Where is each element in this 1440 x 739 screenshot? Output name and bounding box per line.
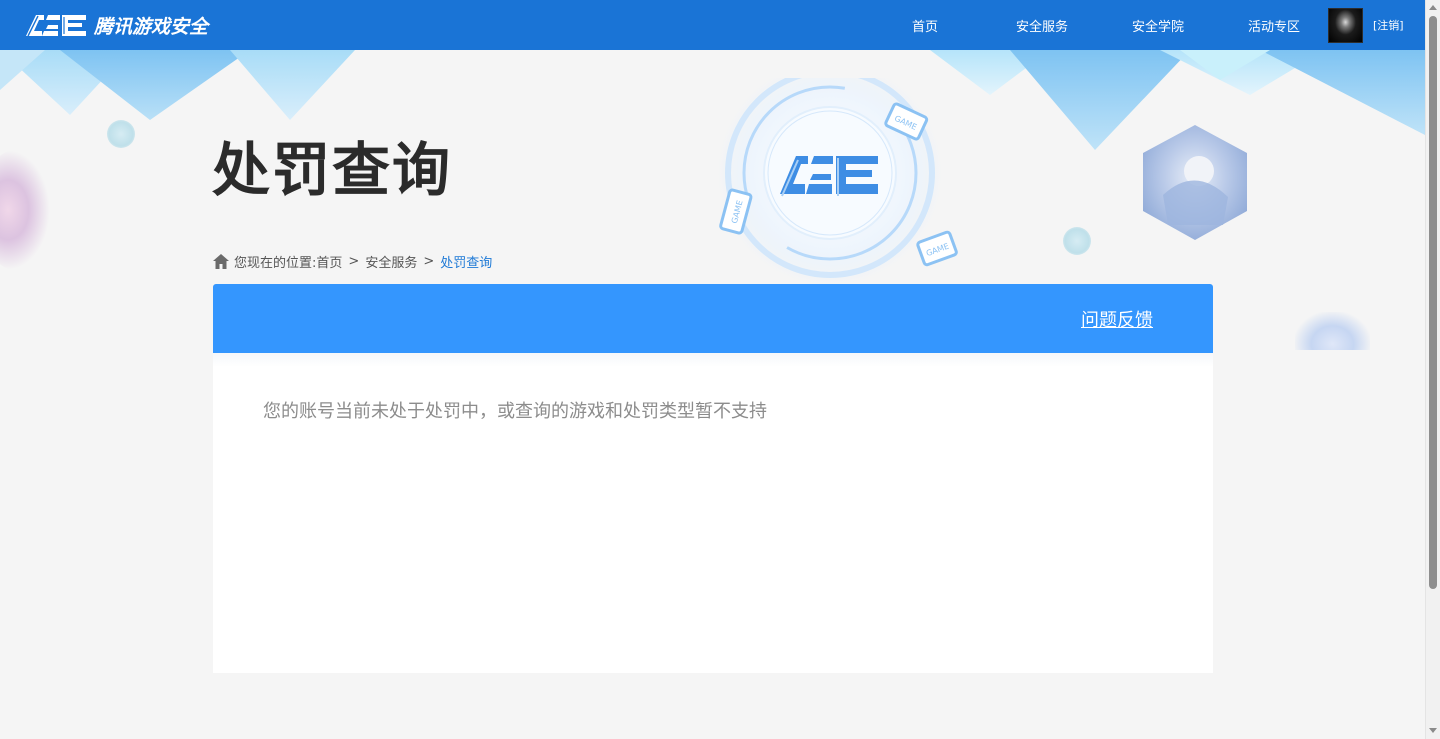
- page-scrollbar[interactable]: [1425, 0, 1440, 739]
- feedback-link[interactable]: 问题反馈: [1081, 306, 1153, 332]
- breadcrumb: 您现在的位置: 首页 > 安全服务 > 处罚查询: [213, 252, 492, 271]
- nav-item-security-services[interactable]: 安全服务: [984, 16, 1100, 35]
- page-title: 处罚查询: [212, 136, 453, 204]
- main-nav: 首页 安全服务 安全学院 活动专区: [890, 0, 1332, 50]
- nav-item-events[interactable]: 活动专区: [1216, 16, 1332, 35]
- ace-emblem-decoration: GAME GAME GAME: [718, 78, 958, 285]
- breadcrumb-security-services[interactable]: 安全服务: [365, 252, 417, 271]
- logo-text: 腾讯游戏安全: [94, 15, 209, 38]
- breadcrumb-current: 处罚查询: [440, 256, 493, 271]
- user-avatar[interactable]: [1328, 8, 1363, 43]
- scroll-up-arrow-icon[interactable]: [1429, 5, 1437, 10]
- site-logo[interactable]: 腾讯游戏安全: [24, 11, 208, 39]
- bubble-decoration: [1063, 227, 1091, 255]
- scroll-down-arrow-icon[interactable]: [1429, 728, 1437, 733]
- logout-link[interactable]: [注销]: [1373, 17, 1404, 33]
- panel-body: 您的账号当前未处于处罚中，或查询的游戏和处罚类型暂不支持: [213, 353, 1213, 673]
- home-icon: [213, 254, 229, 269]
- ace-logo-icon: [26, 15, 86, 37]
- panel-header: 问题反馈: [213, 284, 1213, 353]
- bubble-decoration: [107, 120, 135, 148]
- nav-item-home[interactable]: 首页: [890, 16, 984, 35]
- breadcrumb-home[interactable]: 首页: [316, 252, 342, 271]
- panel-top-strip: [213, 353, 1213, 367]
- top-navbar: 腾讯游戏安全 首页 安全服务 安全学院 活动专区 [注销]: [0, 0, 1425, 50]
- breadcrumb-prefix: 您现在的位置:: [234, 256, 317, 271]
- breadcrumb-separator: >: [423, 254, 435, 269]
- nav-item-security-academy[interactable]: 安全学院: [1100, 16, 1216, 35]
- empty-result-message: 您的账号当前未处于处罚中，或查询的游戏和处罚类型暂不支持: [263, 401, 767, 422]
- breadcrumb-separator: >: [348, 254, 360, 269]
- hexagon-character-art: [1143, 125, 1247, 240]
- character-art-right: [1295, 312, 1370, 350]
- scroll-thumb[interactable]: [1429, 16, 1437, 589]
